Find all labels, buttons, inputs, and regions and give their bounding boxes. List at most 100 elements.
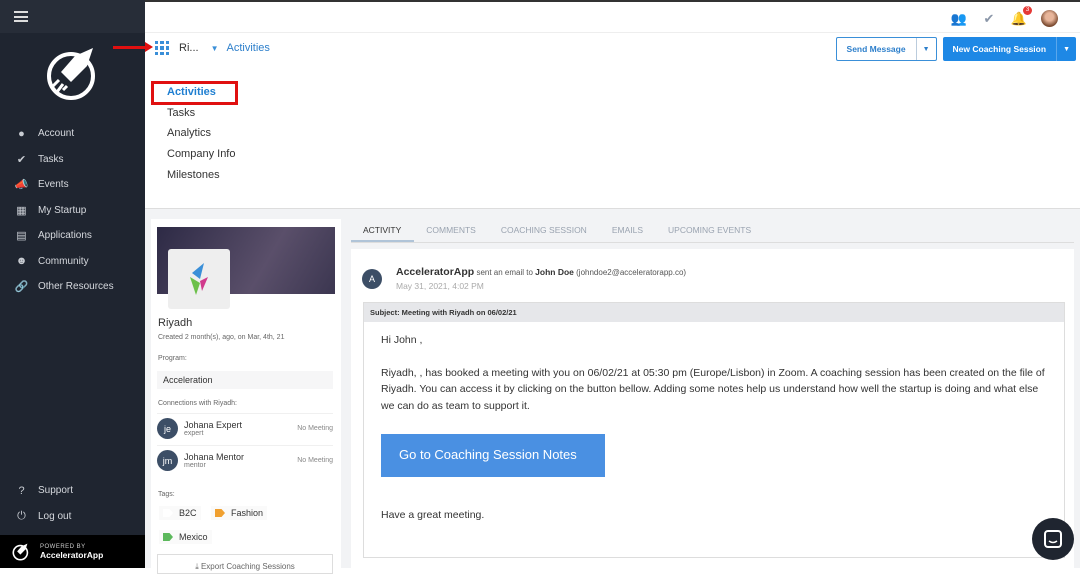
go-to-coaching-session-notes-button[interactable]: Go to Coaching Session Notes bbox=[381, 434, 605, 477]
breadcrumb-page[interactable]: Activities bbox=[226, 42, 269, 54]
sidebar: ● Account ✔ Tasks 📣 Events ▦ My Startup ▤ App… bbox=[0, 0, 145, 568]
label: Tasks bbox=[38, 153, 64, 165]
connection-name: Johana Mentor bbox=[184, 452, 245, 462]
label: Account bbox=[38, 128, 75, 140]
community-icon: ☻ bbox=[15, 255, 28, 268]
company-selector[interactable]: Ri... bbox=[179, 42, 199, 54]
connections-label: Connections with Riyadh: bbox=[158, 400, 237, 407]
chevron-down-icon[interactable]: ▼ bbox=[211, 44, 219, 53]
rocket-icon bbox=[12, 543, 29, 561]
activity-feed-item: A AcceleratorApp sent an email to John D… bbox=[351, 249, 1074, 569]
subnav-tasks[interactable]: Tasks bbox=[167, 107, 235, 128]
sender-avatar: A bbox=[362, 269, 382, 289]
content-area: Riyadh Created 2 month(s), ago, on Mar, … bbox=[145, 208, 1080, 579]
email-body: Riyadh, , has booked a meeting with you … bbox=[381, 366, 1045, 412]
subnav-milestones[interactable]: Milestones bbox=[167, 169, 235, 190]
tag-label: B2C bbox=[179, 508, 197, 518]
connection-name: Johana Expert bbox=[184, 420, 243, 430]
connection-role: expert bbox=[184, 430, 204, 437]
tab-upcoming-events[interactable]: UPCOMING EVENTS bbox=[656, 221, 764, 242]
email-greeting: Hi John , bbox=[381, 334, 423, 346]
check-circle-icon[interactable]: ✔ bbox=[981, 11, 997, 27]
connection-item[interactable]: jm Johana Mentor mentor No Meeting bbox=[157, 445, 333, 475]
apps-grid-icon[interactable] bbox=[155, 41, 169, 55]
menu-icon[interactable] bbox=[14, 11, 28, 22]
label: Export Coaching Sessions bbox=[200, 562, 295, 571]
label: Send Message bbox=[846, 44, 906, 54]
tag-label: Fashion bbox=[231, 508, 264, 518]
meeting-status: No Meeting bbox=[297, 425, 333, 432]
top-bar: 👥 ✔ 🔔 3 bbox=[145, 0, 1080, 33]
recipient-name: John Doe bbox=[535, 267, 574, 277]
activity-date: May 31, 2021, 4:02 PM bbox=[396, 281, 484, 291]
chat-icon bbox=[1044, 530, 1062, 548]
program-label: Program: bbox=[158, 355, 187, 362]
tab-emails[interactable]: EMAILS bbox=[600, 221, 656, 242]
tags-label: Tags: bbox=[158, 491, 175, 498]
tab-coaching-session[interactable]: COACHING SESSION bbox=[489, 221, 600, 242]
question-icon: ? bbox=[18, 484, 25, 497]
label: Events bbox=[38, 179, 69, 191]
connection-item[interactable]: je Johana Expert expert No Meeting bbox=[157, 413, 333, 443]
sidebar-item-account[interactable]: ● Account bbox=[15, 121, 114, 147]
sidebar-item-my-startup[interactable]: ▦ My Startup bbox=[15, 198, 114, 224]
sidebar-item-other-resources[interactable]: 🔗 Other Resources bbox=[15, 274, 114, 300]
action-text: sent an email to bbox=[476, 268, 533, 277]
tab-comments[interactable]: COMMENTS bbox=[414, 221, 489, 242]
subnav-company-info[interactable]: Company Info bbox=[167, 148, 235, 169]
tag-mexico: Mexico bbox=[159, 530, 212, 544]
created-date: Created 2 month(s), ago, on Mar, 4th, 21 bbox=[158, 334, 285, 341]
annotation-arrow bbox=[113, 42, 153, 52]
program-value: Acceleration bbox=[157, 371, 333, 389]
annotation-highlight-box bbox=[151, 81, 238, 105]
label: Other Resources bbox=[38, 281, 114, 293]
users-icon[interactable]: 👥 bbox=[951, 11, 967, 27]
subnav-analytics[interactable]: Analytics bbox=[167, 127, 235, 148]
company-card: Riyadh Created 2 month(s), ago, on Mar, … bbox=[151, 219, 341, 579]
tag-b2c: B2C bbox=[159, 506, 201, 520]
tab-activity[interactable]: ACTIVITY bbox=[351, 221, 415, 242]
recipient-email: (johndoe2@acceleratorapp.co) bbox=[576, 268, 687, 277]
sidebar-item-applications[interactable]: ▤ Applications bbox=[15, 223, 114, 249]
sidebar-item-logout[interactable]: ⏻ Log out bbox=[15, 504, 73, 530]
chevron-down-icon[interactable]: ▼ bbox=[1056, 37, 1076, 61]
bell-icon[interactable]: 🔔 3 bbox=[1011, 5, 1032, 27]
brand-name: AcceleratorApp bbox=[40, 549, 104, 560]
label: Log out bbox=[38, 510, 72, 522]
building-icon: ▦ bbox=[16, 204, 27, 217]
power-icon: ⏻ bbox=[17, 509, 26, 522]
chat-launcher[interactable] bbox=[1032, 518, 1074, 560]
new-coaching-session-button[interactable]: New Coaching Session ▼ bbox=[942, 37, 1076, 61]
meeting-status: No Meeting bbox=[297, 457, 333, 464]
company-logo bbox=[168, 249, 230, 309]
notification-badge: 3 bbox=[1023, 5, 1032, 15]
label: Support bbox=[38, 485, 74, 497]
email-preview: Subject: Meeting with Riyadh on 06/02/21… bbox=[363, 302, 1065, 558]
tag-icon bbox=[163, 509, 173, 517]
breadcrumb: Ri... ▼ Activities bbox=[155, 41, 270, 55]
activity-summary: AcceleratorApp sent an email to John Doe… bbox=[396, 266, 686, 278]
tag-icon bbox=[163, 533, 173, 541]
sender-name: AcceleratorApp bbox=[396, 266, 475, 278]
company-name: Riyadh bbox=[158, 317, 193, 329]
user-avatar[interactable] bbox=[1041, 10, 1058, 27]
rocket-logo-icon bbox=[47, 48, 95, 100]
sidebar-item-tasks[interactable]: ✔ Tasks bbox=[15, 147, 114, 173]
label: New Coaching Session bbox=[952, 44, 1047, 54]
connection-role: mentor bbox=[184, 462, 206, 469]
label: Applications bbox=[38, 230, 92, 242]
check-circle-icon: ✔ bbox=[16, 153, 27, 166]
powered-by[interactable]: POWERED BY AcceleratorApp bbox=[0, 535, 145, 568]
sidebar-item-community[interactable]: ☻ Community bbox=[15, 249, 114, 275]
link-icon: 🔗 bbox=[14, 281, 29, 294]
tag-fashion: Fashion bbox=[211, 506, 268, 520]
send-message-button[interactable]: Send Message ▼ bbox=[835, 37, 937, 61]
tag-label: Mexico bbox=[179, 532, 208, 542]
tag-icon bbox=[215, 509, 225, 517]
sidebar-item-events[interactable]: 📣 Events bbox=[15, 172, 114, 198]
megaphone-icon: 📣 bbox=[14, 179, 29, 192]
chevron-down-icon[interactable]: ▼ bbox=[915, 38, 936, 60]
export-coaching-sessions-button[interactable]: ⤓ Export Coaching Sessions bbox=[157, 554, 333, 574]
avatar: je bbox=[157, 418, 178, 439]
sidebar-item-support[interactable]: ? Support bbox=[15, 478, 73, 504]
